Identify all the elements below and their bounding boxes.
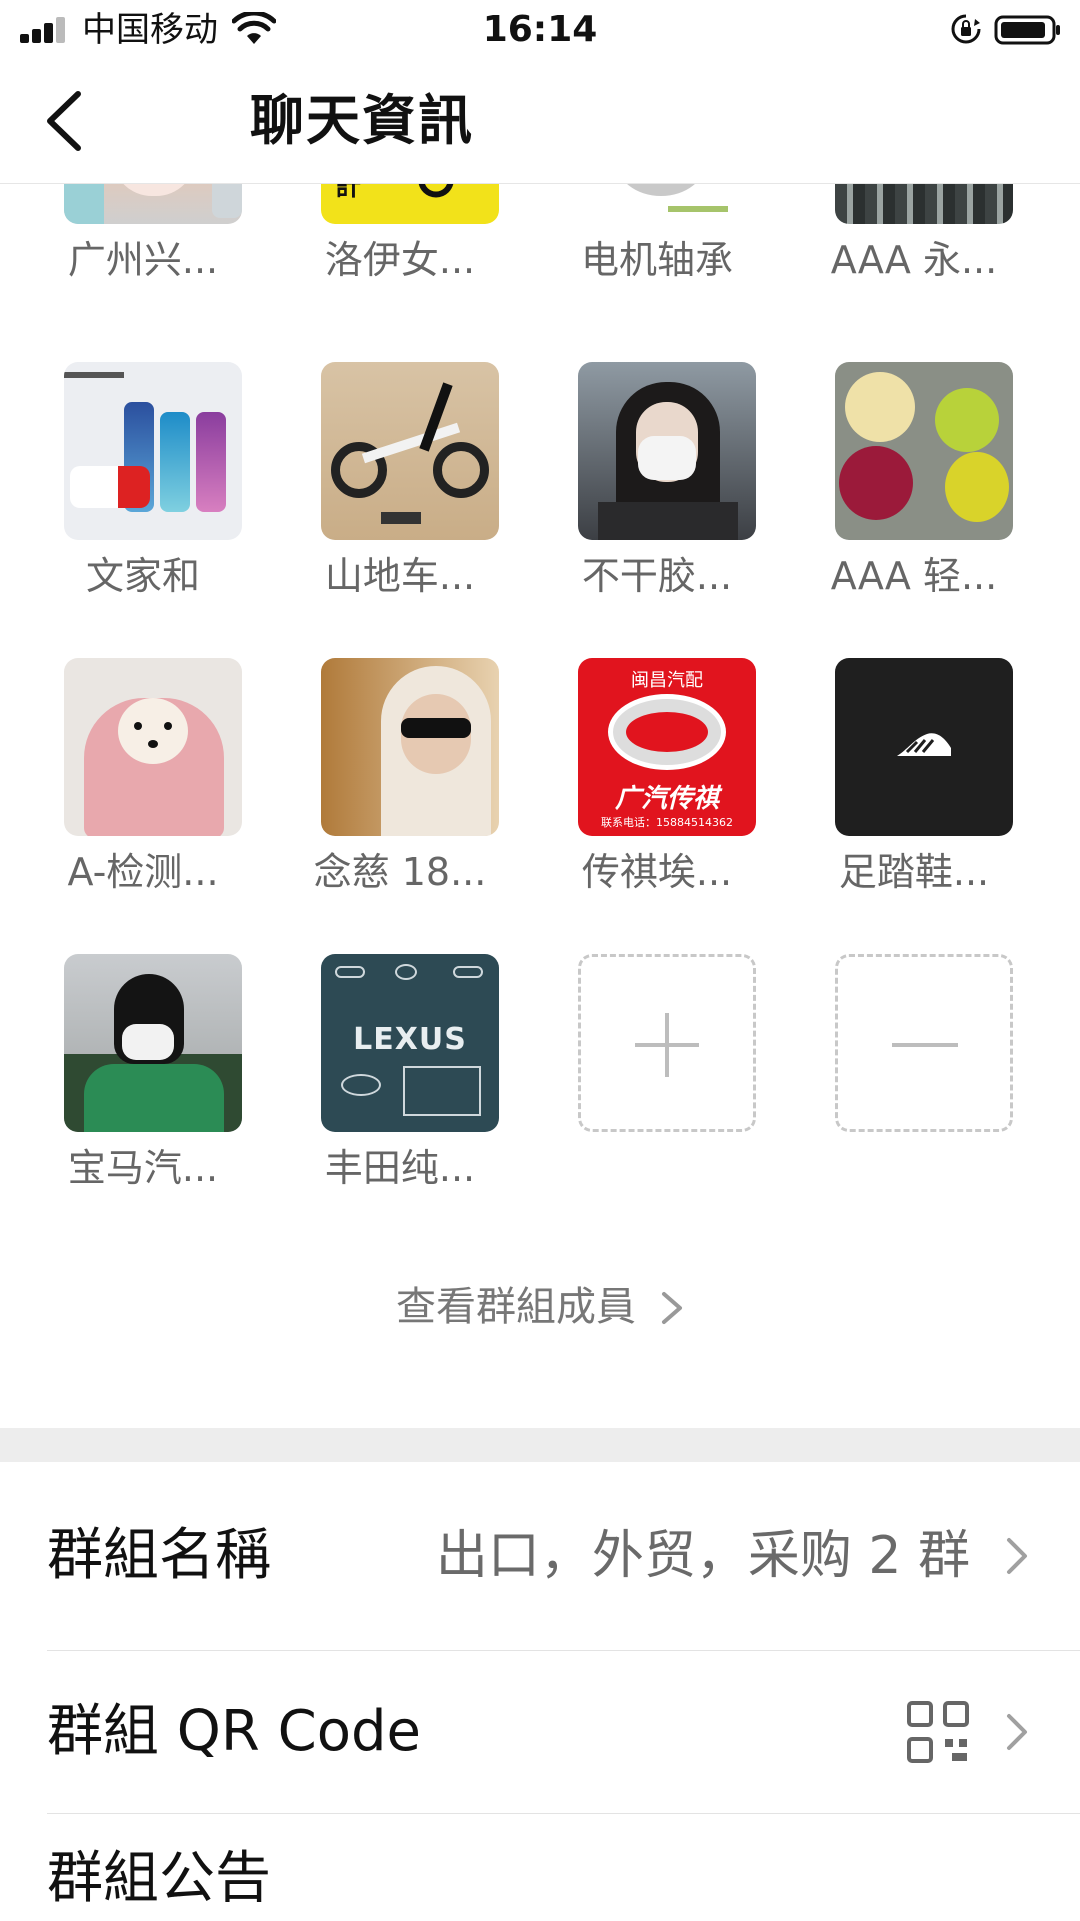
avatar [835, 658, 1013, 836]
page-title: 聊天資訊 [250, 89, 474, 152]
member-item[interactable]: 广州兴... [27, 184, 247, 336]
member-name: 传祺埃... [581, 850, 733, 894]
view-members-label: 查看群組成員 [396, 1284, 636, 1330]
member-item[interactable]: 闽昌汽配 广汽传祺 联系电话：15884514362 传祺埃... [541, 658, 761, 948]
member-item[interactable]: 念慈 18... [284, 658, 504, 948]
member-item[interactable]: AAA 轻... [798, 362, 1018, 652]
chevron-right-icon [1007, 1714, 1027, 1750]
avatar [64, 362, 242, 540]
group-announcement-row[interactable]: 群組公告 [0, 1814, 1080, 1921]
remove-member-button[interactable] [835, 954, 1013, 1132]
member-item[interactable]: 設計 洛伊女... [284, 184, 504, 336]
avatar [64, 954, 242, 1132]
member-name: 广州兴... [67, 238, 219, 282]
member-name: 足踏鞋... [838, 850, 990, 894]
group-name-row[interactable]: 群組名稱 出口，外贸，采购 2 群 [0, 1462, 1080, 1650]
member-name: 宝马汽... [67, 1146, 219, 1190]
member-item[interactable]: 足踏鞋... [798, 658, 1018, 948]
group-name-value: 出口，外贸，采购 2 群 [435, 1526, 970, 1586]
chevron-right-icon [1007, 1538, 1027, 1574]
nav-bar: 聊天資訊 [0, 58, 1080, 184]
member-item[interactable]: A-检测... [27, 658, 247, 948]
qr-code-icon [907, 1701, 969, 1763]
row-label: 群組公告 [47, 1846, 271, 1911]
member-item[interactable]: LEXUS 丰田纯... [284, 954, 504, 1244]
avatar: LEXUS [321, 954, 499, 1132]
logo-text: LEXUS [353, 1022, 467, 1057]
member-item[interactable]: 电机轴承 [541, 184, 761, 336]
section-divider [0, 1428, 1080, 1462]
avatar [578, 362, 756, 540]
avatar [835, 362, 1013, 540]
avatar [578, 184, 756, 224]
member-name: 洛伊女... [324, 238, 476, 282]
avatar [835, 184, 1013, 224]
row-label: 群組名稱 [47, 1523, 271, 1588]
group-qr-code-row[interactable]: 群組 QR Code [0, 1651, 1080, 1813]
chevron-left-icon[interactable] [36, 86, 96, 156]
member-name: 不干胶... [581, 554, 733, 598]
member-item[interactable]: 不干胶... [541, 362, 761, 652]
member-name: 电机轴承 [580, 238, 733, 282]
rotation-lock-icon [951, 14, 981, 44]
member-name: A-检测... [67, 850, 219, 894]
status-bar: 中国移动 16:14 [0, 0, 1080, 58]
chevron-right-icon [662, 1292, 682, 1324]
add-member-button[interactable] [578, 954, 756, 1132]
logo-text: 广汽传祺 [614, 784, 719, 814]
status-time: 16:14 [482, 9, 598, 50]
avatar [64, 184, 242, 224]
member-name: 山地车... [324, 554, 476, 598]
battery-icon [994, 15, 1060, 45]
member-item[interactable]: 文家和 [27, 362, 247, 652]
avatar: 設計 [321, 184, 499, 224]
member-name: 丰田纯... [324, 1146, 476, 1190]
member-name: AAA 永... [830, 238, 998, 282]
member-name: AAA 轻... [830, 554, 998, 598]
member-name: 念慈 18... [313, 850, 487, 894]
row-label: 群組 QR Code [47, 1699, 421, 1764]
member-item[interactable]: 宝马汽... [27, 954, 247, 1244]
member-item[interactable]: AAA 永... [798, 184, 1018, 336]
logo-text: 闽昌汽配 [631, 670, 703, 691]
avatar [321, 362, 499, 540]
member-item[interactable]: 山地车... [284, 362, 504, 652]
member-grid: 广州兴... 設計 洛伊女... 电机轴承 AAA 永... 文家和 [0, 184, 1080, 1428]
avatar [321, 658, 499, 836]
logo-text: 联系电话：15884514362 [601, 816, 733, 829]
avatar: 闽昌汽配 广汽传祺 联系电话：15884514362 [578, 658, 756, 836]
view-group-members-link[interactable]: 查看群組成員 [0, 1282, 1080, 1332]
plus-icon-stroke [665, 1013, 669, 1077]
member-name: 文家和 [85, 554, 200, 598]
avatar [64, 658, 242, 836]
minus-icon [892, 1043, 958, 1047]
